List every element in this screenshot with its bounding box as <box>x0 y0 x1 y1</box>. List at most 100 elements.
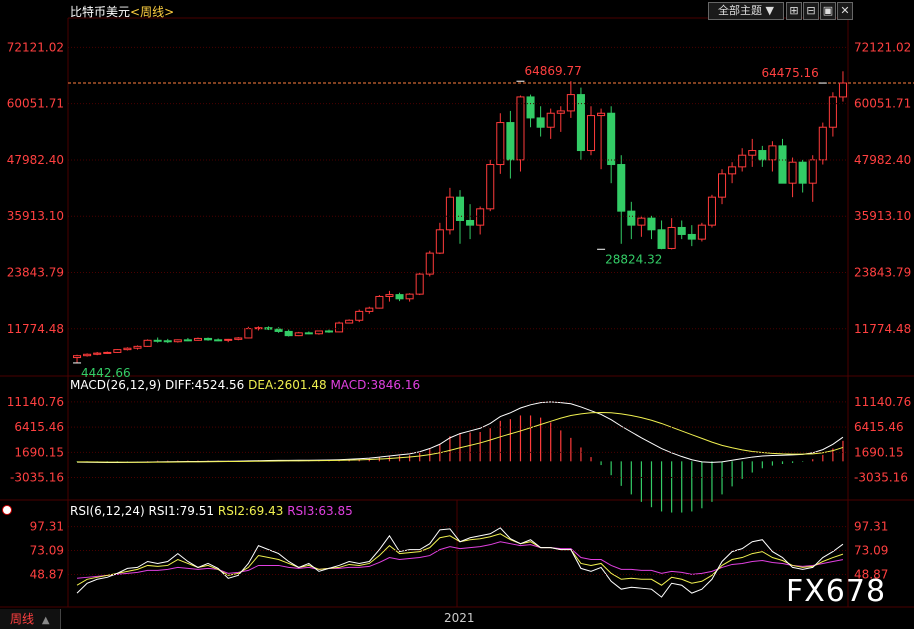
chart-frame <box>0 17 914 608</box>
macd-tick-left: 6415.46 <box>14 420 64 434</box>
price-tick-left: 60051.71 <box>7 97 64 111</box>
candle-body <box>123 347 132 351</box>
period-tab[interactable]: 周线 ▲ <box>0 609 61 629</box>
candle-body <box>324 330 334 333</box>
chart-canvas: 64869.77 64475.1628824.324442.66 72121.02… <box>0 17 914 608</box>
candle-body <box>395 294 404 300</box>
candle-body <box>193 337 203 341</box>
price-tick-right: 72121.02 <box>854 40 911 54</box>
candle-body <box>244 328 253 339</box>
rsi-tick-left: 73.09 <box>30 544 64 558</box>
candle-body <box>294 332 303 337</box>
candle-body <box>405 293 414 300</box>
price-tick-right: 35913.10 <box>854 209 911 223</box>
window-icon[interactable]: ▣ <box>820 2 836 20</box>
candle-body <box>647 217 656 231</box>
candle-body <box>546 112 555 128</box>
minus-icon[interactable]: ⊟ <box>803 2 819 20</box>
candle-body <box>768 145 777 161</box>
rsi-tick-left: 97.31 <box>30 520 64 534</box>
candle-body <box>153 339 162 342</box>
year-label: 2021 <box>444 611 475 625</box>
candle-body <box>677 226 686 235</box>
candle-body <box>335 322 344 333</box>
candle-body <box>838 82 847 98</box>
candle-body <box>304 332 313 335</box>
candle-body <box>425 252 434 275</box>
candle-body <box>617 164 626 212</box>
rsi1-legend: RSI1:79.51 <box>148 504 215 518</box>
candle-body <box>445 196 454 231</box>
rsi1-line <box>76 527 844 598</box>
candle-body <box>345 319 354 324</box>
macd-tick-left: -3035.16 <box>10 471 64 485</box>
candle-body <box>214 339 223 342</box>
candle-body <box>93 352 102 355</box>
close-icon[interactable]: ✕ <box>837 2 853 20</box>
rsi-tick-left: 48.87 <box>30 567 64 581</box>
chart-header: 比特币美元<周线> <box>70 3 174 20</box>
candle-body <box>516 96 525 161</box>
macd-tick-left: 11140.76 <box>7 395 64 409</box>
candle-body <box>717 173 727 198</box>
candle-body <box>314 330 323 335</box>
candle-body <box>576 94 585 152</box>
rsi3-line <box>76 541 844 579</box>
rsi-area <box>76 527 844 598</box>
candle-body <box>486 164 495 210</box>
diff-legend: DIFF:4524.56 <box>164 378 245 392</box>
rsi-tick-right: 73.09 <box>854 544 888 558</box>
candle-body <box>687 233 696 240</box>
price-tick-right: 23843.79 <box>854 265 911 279</box>
price-tick-left: 72121.02 <box>7 40 64 54</box>
candle-body <box>828 96 837 128</box>
candle-body <box>728 166 737 175</box>
extreme-label: 64869.77 <box>524 64 581 78</box>
candle-body <box>183 339 192 342</box>
crosshair-icon[interactable]: ⊞ <box>786 2 802 20</box>
candle-body <box>133 345 142 349</box>
candle-body <box>365 307 374 312</box>
candle-body <box>466 219 475 226</box>
candle-body <box>566 94 575 112</box>
arrow-up-icon[interactable]: ▲ <box>42 615 50 626</box>
candle-body <box>435 229 444 254</box>
price-tick-left: 11774.48 <box>7 322 64 336</box>
rsi2-legend: RSI2:69.43 <box>217 504 284 518</box>
rsi3-legend: RSI3:63.85 <box>287 504 353 518</box>
symbol-title: 比特币美元 <box>70 5 131 19</box>
candle-body <box>204 337 213 341</box>
price-tick-right: 60051.71 <box>854 97 911 111</box>
macd-tick-right: 1690.15 <box>854 445 904 459</box>
candle-body <box>536 117 545 128</box>
candle-body <box>556 110 565 114</box>
candle-body <box>818 126 827 161</box>
candle-body <box>355 310 364 321</box>
macd-tick-left: 1690.15 <box>14 445 64 459</box>
period-tab-label: 周线 <box>10 612 35 626</box>
rsi-tick-right: 97.31 <box>854 520 888 534</box>
price-tick-left: 47982.40 <box>7 153 64 167</box>
candle-body <box>607 112 616 166</box>
candle-body <box>778 145 787 184</box>
rsi-legend: RSI(6,12,24) RSI1:79.51 RSI2:69.43 RSI3:… <box>70 504 353 518</box>
watermark-logo: FX678 <box>786 574 887 609</box>
rsi-title: RSI(6,12,24) <box>70 504 145 518</box>
macd-title: MACD(26,12,9) <box>70 378 162 392</box>
extreme-label: 28824.32 <box>605 252 662 266</box>
candle-body <box>274 328 283 332</box>
macd-area <box>76 401 844 513</box>
candle-body <box>697 224 706 240</box>
macd-legend: MACD(26,12,9) DIFF:4524.56 DEA:2601.48 M… <box>70 378 420 392</box>
rsi-marker-icon[interactable] <box>2 505 12 515</box>
candle-body <box>707 196 716 226</box>
candle-body <box>73 355 82 359</box>
period-label[interactable]: <周线> <box>130 5 174 19</box>
price-tick-left: 35913.10 <box>7 209 64 223</box>
macd-tick-right: 11140.76 <box>854 395 911 409</box>
theme-dropdown[interactable]: 全部主题 ▼ <box>708 2 784 20</box>
dea-legend: DEA:2601.48 <box>248 378 327 392</box>
candle-body <box>748 150 757 156</box>
candle-body <box>103 351 112 354</box>
candle-body <box>798 161 807 184</box>
